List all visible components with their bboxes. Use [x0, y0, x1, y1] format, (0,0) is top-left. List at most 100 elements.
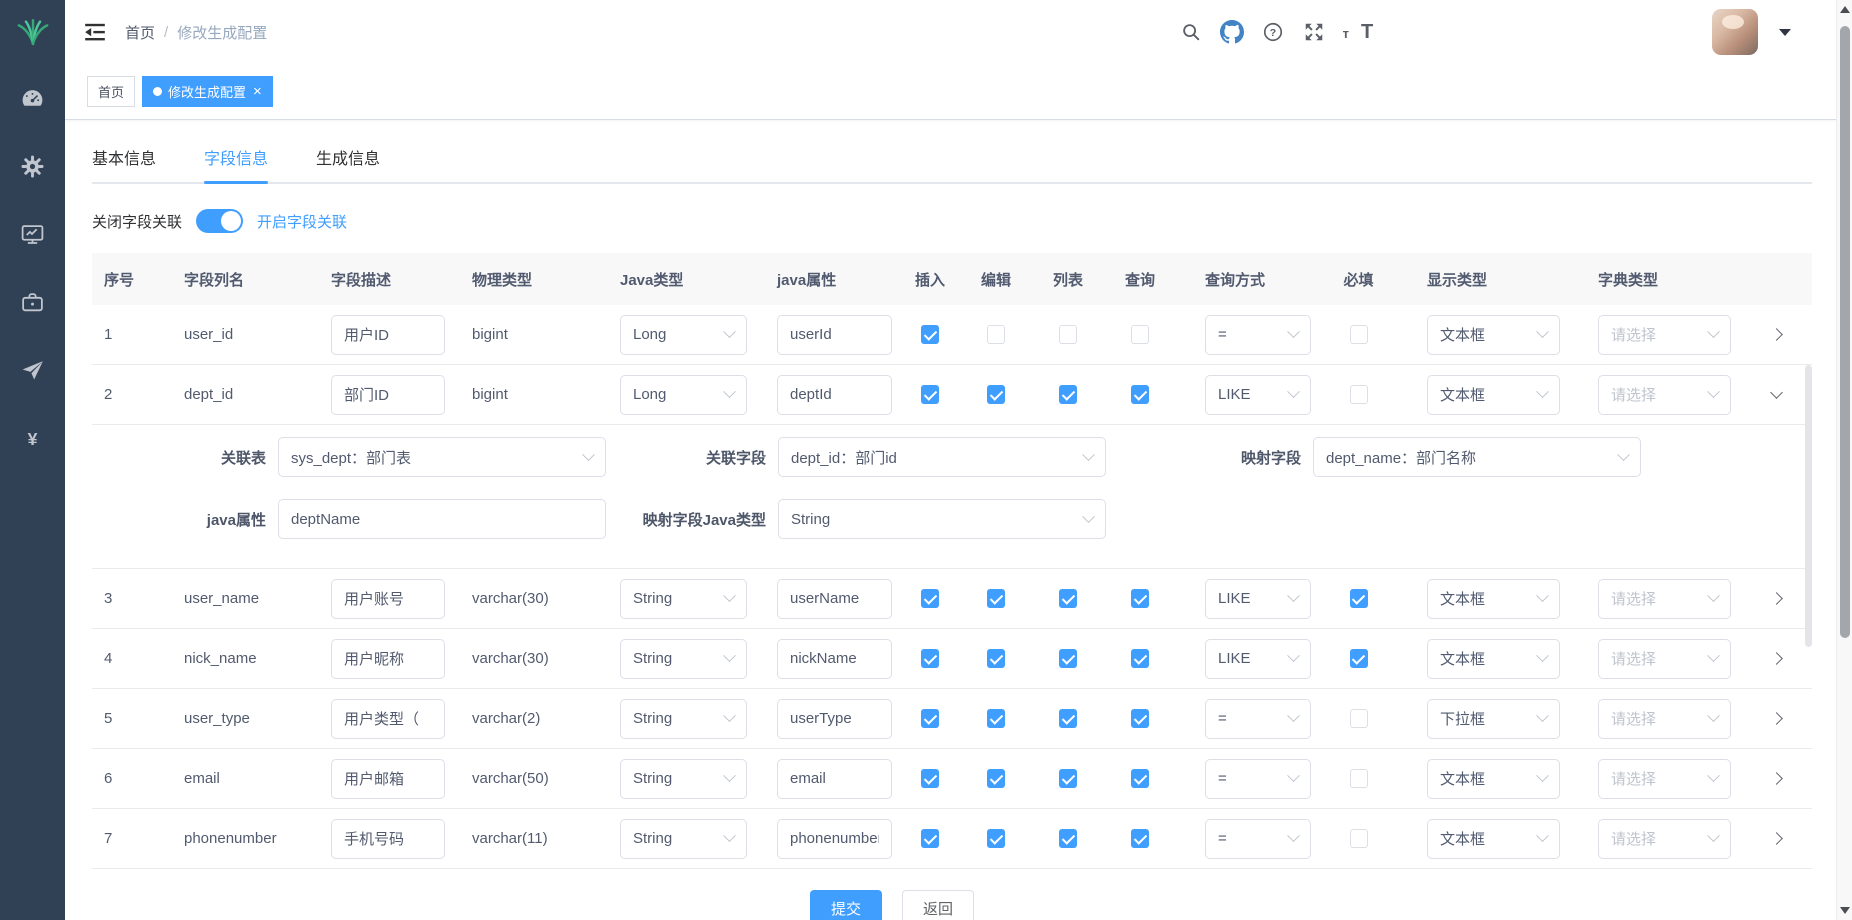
dict-type-select[interactable]: 请选择	[1598, 579, 1731, 619]
list-checkbox[interactable]	[1059, 649, 1077, 668]
expand-row-icon[interactable]	[1770, 652, 1783, 665]
scroll-down-arrow-icon[interactable]	[1840, 907, 1850, 914]
relation-switch-toggle[interactable]	[196, 209, 243, 233]
submit-button[interactable]: 提交	[810, 890, 882, 920]
query-checkbox[interactable]	[1131, 829, 1149, 848]
list-checkbox[interactable]	[1059, 385, 1077, 404]
fullscreen-button[interactable]	[1302, 20, 1326, 44]
tab-field-info[interactable]: 字段信息	[204, 133, 268, 182]
caret-down-icon[interactable]	[1779, 29, 1791, 36]
insert-checkbox[interactable]	[921, 589, 939, 608]
query-type-select[interactable]: LIKE	[1205, 639, 1311, 679]
java-type-select[interactable]: String	[620, 819, 747, 859]
display-type-select[interactable]: 文本框	[1427, 759, 1560, 799]
insert-checkbox[interactable]	[921, 649, 939, 668]
required-checkbox[interactable]	[1350, 709, 1368, 728]
required-checkbox[interactable]	[1350, 385, 1368, 404]
sidebar-collapse-button[interactable]	[83, 20, 107, 44]
java-field-input[interactable]	[777, 819, 892, 859]
java-type-select[interactable]: String	[620, 699, 747, 739]
required-checkbox[interactable]	[1350, 325, 1368, 344]
relation-field-select[interactable]: dept_id：部门id	[778, 437, 1106, 477]
edit-checkbox[interactable]	[987, 649, 1005, 668]
query-type-select[interactable]: =	[1205, 699, 1311, 739]
java-field-input[interactable]	[777, 579, 892, 619]
insert-checkbox[interactable]	[921, 829, 939, 848]
search-button[interactable]	[1179, 20, 1203, 44]
app-logo[interactable]	[0, 0, 65, 64]
edit-checkbox[interactable]	[987, 829, 1005, 848]
display-type-select[interactable]: 下拉框	[1427, 699, 1560, 739]
tab-generate-info[interactable]: 生成信息	[316, 133, 380, 182]
user-avatar[interactable]	[1712, 9, 1758, 55]
insert-checkbox[interactable]	[921, 385, 939, 404]
edit-checkbox[interactable]	[987, 385, 1005, 404]
mapping-field-select[interactable]: dept_name：部门名称	[1313, 437, 1641, 477]
description-input[interactable]	[331, 639, 445, 679]
java-attr-input[interactable]	[278, 499, 606, 539]
insert-checkbox[interactable]	[921, 769, 939, 788]
page-scrollbar[interactable]	[1836, 0, 1852, 920]
insert-checkbox[interactable]	[921, 709, 939, 728]
display-type-select[interactable]: 文本框	[1427, 315, 1560, 355]
java-field-input[interactable]	[777, 315, 892, 355]
list-checkbox[interactable]	[1059, 589, 1077, 608]
required-checkbox[interactable]	[1350, 829, 1368, 848]
description-input[interactable]	[331, 759, 445, 799]
close-icon[interactable]: ×	[253, 84, 262, 99]
java-type-select[interactable]: Long	[620, 315, 747, 355]
mapping-java-type-select[interactable]: String	[778, 499, 1106, 539]
relation-switch-on-label[interactable]: 开启字段关联	[257, 211, 347, 232]
description-input[interactable]	[331, 579, 445, 619]
java-type-select[interactable]: String	[620, 639, 747, 679]
dict-type-select[interactable]: 请选择	[1598, 699, 1731, 739]
query-type-select[interactable]: =	[1205, 315, 1311, 355]
required-checkbox[interactable]	[1350, 649, 1368, 668]
relation-table-select[interactable]: sys_dept：部门表	[278, 437, 606, 477]
expand-row-icon[interactable]	[1770, 772, 1783, 785]
back-button[interactable]: 返回	[902, 890, 974, 920]
dict-type-select[interactable]: 请选择	[1598, 315, 1731, 355]
java-field-input[interactable]	[777, 759, 892, 799]
query-checkbox[interactable]	[1131, 385, 1149, 404]
query-type-select[interactable]: LIKE	[1205, 375, 1311, 415]
list-checkbox[interactable]	[1059, 709, 1077, 728]
edit-checkbox[interactable]	[987, 325, 1005, 344]
query-checkbox[interactable]	[1131, 709, 1149, 728]
tag-edit-gen-config[interactable]: 修改生成配置×	[142, 76, 273, 107]
display-type-select[interactable]: 文本框	[1427, 579, 1560, 619]
java-field-input[interactable]	[777, 699, 892, 739]
description-input[interactable]	[331, 315, 445, 355]
font-size-button[interactable]: тT	[1343, 23, 1689, 41]
expand-row-icon[interactable]	[1770, 832, 1783, 845]
description-input[interactable]	[331, 699, 445, 739]
query-type-select[interactable]: =	[1205, 819, 1311, 859]
table-scrollbar-thumb[interactable]	[1805, 365, 1812, 647]
required-checkbox[interactable]	[1350, 769, 1368, 788]
github-link[interactable]	[1220, 20, 1244, 44]
sidebar-item-dashboard[interactable]	[0, 64, 65, 132]
breadcrumb-home[interactable]: 首页	[125, 22, 155, 43]
description-input[interactable]	[331, 375, 445, 415]
expand-row-icon[interactable]	[1770, 592, 1783, 605]
java-field-input[interactable]	[777, 375, 892, 415]
query-checkbox[interactable]	[1131, 589, 1149, 608]
dict-type-select[interactable]: 请选择	[1598, 819, 1731, 859]
sidebar-item-finance[interactable]: ¥	[0, 404, 65, 472]
java-type-select[interactable]: String	[620, 579, 747, 619]
help-button[interactable]: ?	[1261, 20, 1285, 44]
list-checkbox[interactable]	[1059, 829, 1077, 848]
dict-type-select[interactable]: 请选择	[1598, 759, 1731, 799]
java-type-select[interactable]: Long	[620, 375, 747, 415]
sidebar-item-monitor[interactable]	[0, 200, 65, 268]
description-input[interactable]	[331, 819, 445, 859]
list-checkbox[interactable]	[1059, 325, 1077, 344]
query-checkbox[interactable]	[1131, 769, 1149, 788]
tab-basic-info[interactable]: 基本信息	[92, 133, 156, 182]
display-type-select[interactable]: 文本框	[1427, 375, 1560, 415]
scroll-up-arrow-icon[interactable]	[1840, 6, 1850, 13]
insert-checkbox[interactable]	[921, 325, 939, 344]
tag-home[interactable]: 首页	[87, 76, 135, 107]
query-type-select[interactable]: =	[1205, 759, 1311, 799]
sidebar-item-job[interactable]	[0, 336, 65, 404]
